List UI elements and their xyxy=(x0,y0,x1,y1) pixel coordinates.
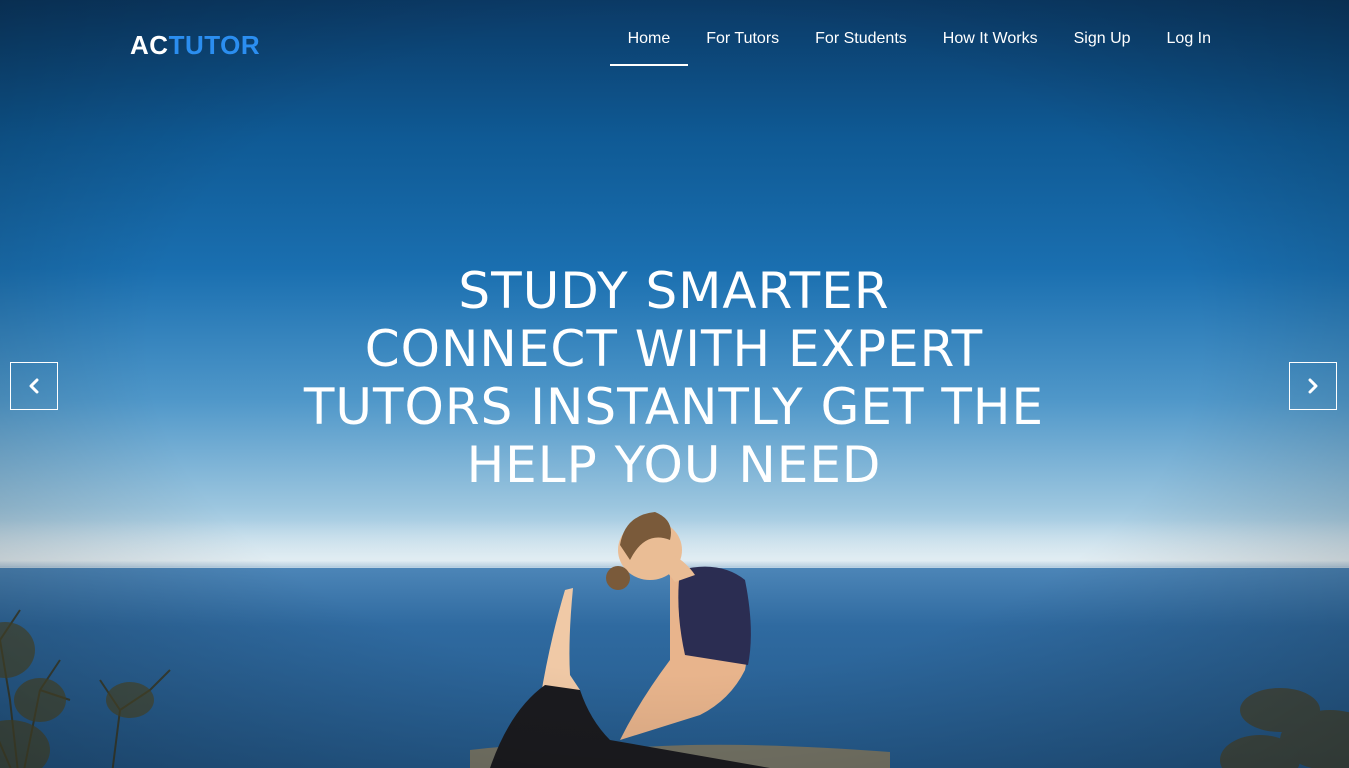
carousel-prev-button[interactable] xyxy=(10,362,58,410)
nav-item-home[interactable]: Home xyxy=(609,0,689,66)
logo-text-ac: AC xyxy=(130,30,169,60)
nav-item-sign-up[interactable]: Sign Up xyxy=(1056,0,1149,66)
nav-item-log-in[interactable]: Log In xyxy=(1149,0,1229,66)
navbar: ACTUTOR Home For Tutors For Students How… xyxy=(0,0,1349,80)
hero-headline: STUDY SMARTER CONNECT WITH EXPERT TUTORS… xyxy=(274,262,1074,494)
brand-logo[interactable]: ACTUTOR xyxy=(130,30,260,60)
nav-item-for-students[interactable]: For Students xyxy=(797,0,925,66)
nav-menu: Home For Tutors For Students How It Work… xyxy=(609,0,1229,66)
headline-line: STUDY SMARTER xyxy=(458,262,890,320)
headline-line: CONNECT WITH EXPERT xyxy=(364,320,984,378)
shrub-right-image xyxy=(1220,688,1349,768)
shrub-left-image xyxy=(0,609,171,768)
headline-line: HELP YOU NEED xyxy=(466,436,882,494)
nav-item-for-tutors[interactable]: For Tutors xyxy=(688,0,797,66)
chevron-right-icon xyxy=(1308,378,1318,394)
yoga-person-image xyxy=(470,512,890,768)
chevron-left-icon xyxy=(29,378,39,394)
carousel-next-button[interactable] xyxy=(1289,362,1337,410)
hero-carousel: ACTUTOR Home For Tutors For Students How… xyxy=(0,0,1349,768)
headline-line: TUTORS INSTANTLY GET THE xyxy=(303,378,1045,436)
logo-text-tutor: TUTOR xyxy=(168,30,261,60)
nav-item-how-it-works[interactable]: How It Works xyxy=(925,0,1056,66)
